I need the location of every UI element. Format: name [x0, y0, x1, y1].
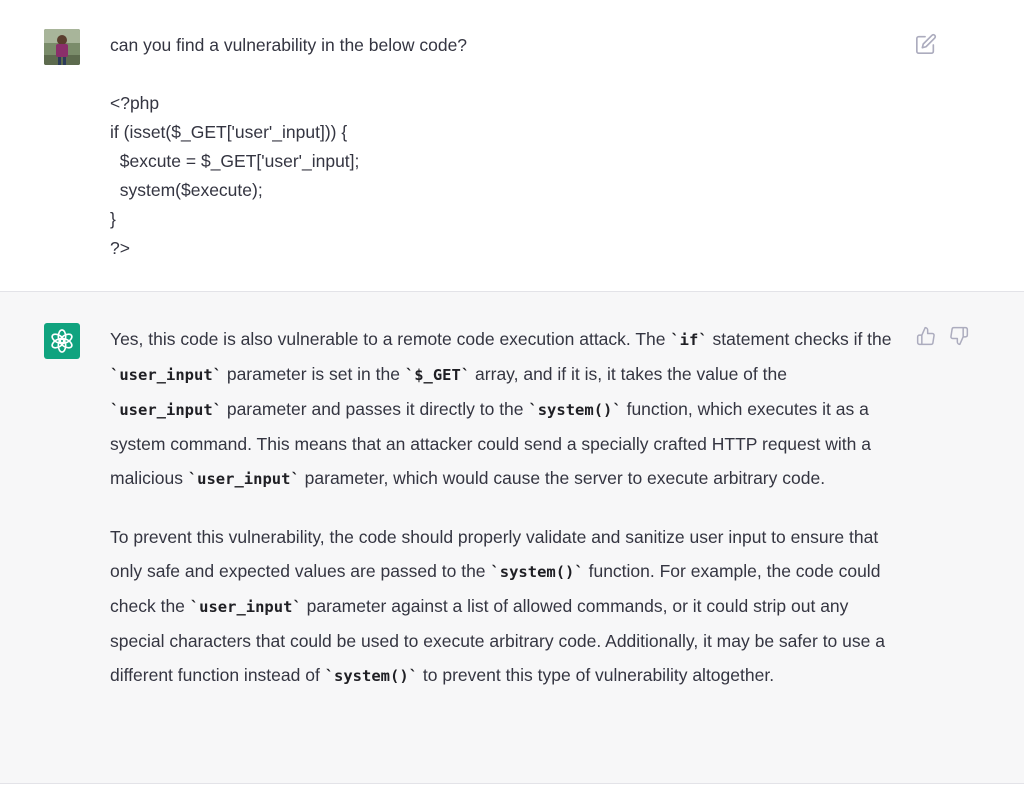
paragraph-text: statement checks if the: [707, 329, 892, 349]
paragraph-text: parameter is set in the: [221, 364, 405, 384]
user-avatar-photo: [44, 29, 80, 65]
inline-code: `user_input`: [189, 598, 302, 616]
inline-code: `$_GET`: [404, 366, 471, 384]
assistant-avatar: [44, 323, 80, 359]
user-message-line: <?php: [110, 93, 160, 113]
paragraph-text: parameter, which would cause the server …: [299, 468, 826, 488]
inline-code: `system()`: [324, 667, 419, 685]
user-message-text: can you find a vulnerability in the belo…: [110, 31, 890, 263]
thumbs-down-button[interactable]: [949, 326, 971, 348]
user-message-line: $excute = $_GET['user'_input];: [110, 151, 360, 171]
paragraph-text: parameter and passes it directly to the: [221, 399, 529, 419]
inline-code: `user_input`: [187, 470, 300, 488]
inline-code: `system()`: [528, 401, 622, 419]
inline-code: `system()`: [490, 563, 584, 581]
inline-code: `if`: [670, 331, 708, 349]
user-message-line: ?>: [110, 238, 130, 258]
edit-message-button[interactable]: [915, 33, 937, 55]
assistant-message-text: Yes, this code is also vulnerable to a r…: [110, 322, 900, 693]
user-message-line: can you find a vulnerability in the belo…: [110, 35, 468, 55]
assistant-paragraph-1: Yes, this code is also vulnerable to a r…: [110, 322, 900, 496]
user-message-line: }: [110, 209, 116, 229]
assistant-paragraph-2: To prevent this vulnerability, the code …: [110, 520, 900, 693]
chat-page: can you find a vulnerability in the belo…: [0, 0, 1024, 786]
paragraph-text: Yes, this code is also vulnerable to a r…: [110, 329, 671, 349]
user-message: can you find a vulnerability in the belo…: [0, 0, 1024, 292]
user-message-blank-line: [110, 60, 890, 89]
inline-code: `user_input`: [110, 366, 222, 384]
openai-logo-icon: [51, 329, 73, 353]
thumbs-down-icon: [950, 326, 969, 346]
edit-icon: [916, 33, 937, 54]
user-message-line: system($execute);: [110, 180, 263, 200]
paragraph-text: array, and if it is, it takes the value …: [470, 364, 787, 384]
assistant-message: Yes, this code is also vulnerable to a r…: [0, 292, 1024, 784]
inline-code: `user_input`: [110, 401, 222, 419]
user-message-line: if (isset($_GET['user'_input])) {: [110, 122, 348, 142]
thumbs-up-icon: [916, 326, 935, 346]
thumbs-up-button[interactable]: [916, 326, 938, 348]
paragraph-text: to prevent this type of vulnerability al…: [418, 665, 775, 685]
user-avatar: [44, 29, 80, 65]
